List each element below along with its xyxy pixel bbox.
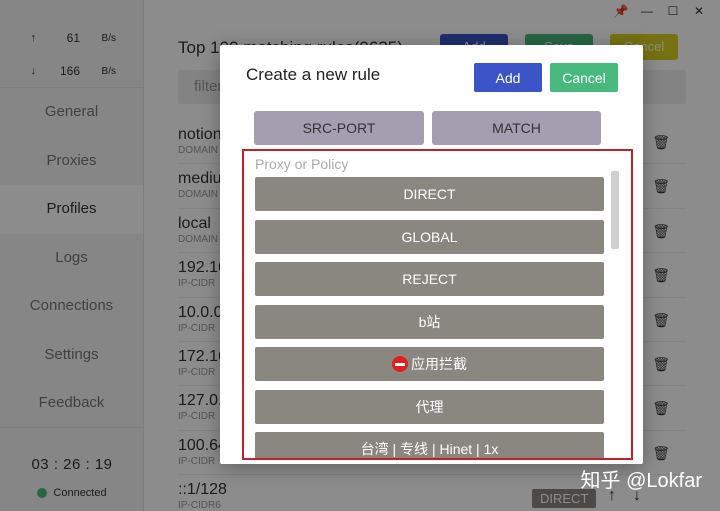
dialog-cancel-button[interactable]: Cancel [550,63,618,92]
dialog-add-button[interactable]: Add [474,63,542,92]
policy-option-app-block[interactable]: 应用拦截 [255,347,604,381]
scrollbar-thumb[interactable] [611,171,619,249]
create-rule-dialog: Create a new rule Add Cancel SRC-PORT MA… [220,45,643,464]
policy-option-reject[interactable]: REJECT [255,262,604,296]
policy-option-bilibili[interactable]: b站 [255,304,604,339]
policy-scrollbar[interactable] [611,171,619,451]
policy-label: Proxy or Policy [255,156,349,172]
rule-type-match[interactable]: MATCH [432,111,601,145]
policy-list: DIRECT GLOBAL REJECT b站 应用拦截 代理 台湾 | 专线 … [255,177,604,458]
policy-option-proxy[interactable]: 代理 [255,389,604,424]
policy-option-label: 应用拦截 [411,356,467,372]
policy-option-taiwan-hinet[interactable]: 台湾 | 专线 | Hinet | 1x [255,432,604,458]
no-entry-icon [392,356,408,372]
dialog-title: Create a new rule [246,65,381,84]
policy-option-global[interactable]: GLOBAL [255,219,604,254]
rule-type-src-port[interactable]: SRC-PORT [254,111,424,145]
policy-selector: Proxy or Policy DIRECT GLOBAL REJECT b站 … [242,149,633,460]
watermark: 知乎 @Lokfar [580,470,702,492]
policy-option-direct[interactable]: DIRECT [255,177,604,211]
